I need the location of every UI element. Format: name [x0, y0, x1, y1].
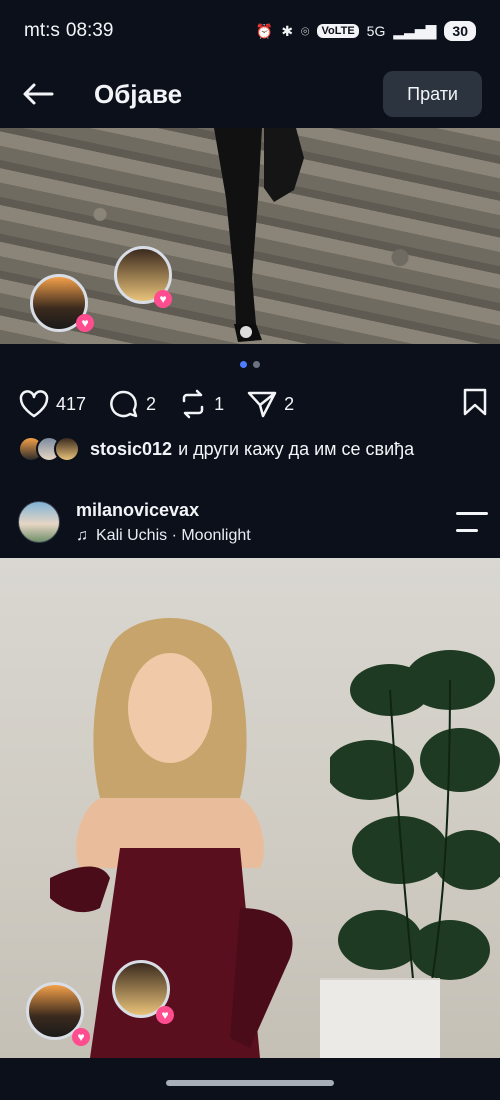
music-note-icon: ♫ — [76, 526, 88, 544]
carousel-dot — [253, 361, 260, 368]
avatar[interactable] — [18, 501, 60, 543]
page-title: Објаве — [94, 78, 183, 109]
menu-line — [456, 529, 479, 532]
avatar — [54, 436, 80, 462]
bookmark-icon — [463, 388, 487, 415]
bookmark-button[interactable] — [462, 387, 488, 422]
leg-illustration — [214, 128, 304, 342]
liked-by-avatars — [18, 436, 80, 462]
back-button[interactable] — [18, 74, 58, 114]
repost-icon — [182, 389, 204, 419]
like-button[interactable]: 417 — [18, 389, 86, 419]
network-label: 5G — [366, 23, 386, 39]
status-bar: mt:s 08:39 ⏰ ✱ ⌾ VoLTE 5G ▂▃▅▇ 30 — [0, 0, 500, 62]
menu-line — [456, 512, 488, 515]
post-actions: 417 2 1 2 — [18, 382, 488, 426]
signal-icon: ▂▃▅▇ — [393, 22, 437, 39]
heart-badge-icon: ♥ — [72, 1028, 90, 1046]
heart-badge-icon: ♥ — [154, 290, 172, 308]
post-username[interactable]: milanovicevax — [76, 500, 251, 521]
person-illustration — [50, 618, 293, 1058]
post-photo-main[interactable]: ♥ ♥ — [0, 558, 500, 1058]
carousel-indicator — [240, 361, 260, 368]
liked-by-text: и други кажу да им се свиђа — [178, 438, 415, 459]
volte-badge: VoLTE — [317, 24, 359, 38]
heart-icon — [19, 390, 49, 418]
post-meta: milanovicevax ♫ Kali Uchis · Moonlight — [76, 500, 251, 545]
heart-badge-icon: ♥ — [156, 1006, 174, 1024]
music-info[interactable]: ♫ Kali Uchis · Moonlight — [76, 527, 251, 545]
back-arrow-icon — [23, 83, 54, 105]
comment-icon — [110, 390, 138, 418]
clock: 08:39 — [65, 20, 114, 41]
comment-button[interactable]: 2 — [108, 389, 156, 419]
liked-by-summary[interactable]: stosic012 и други кажу да им се свиђа — [18, 436, 414, 462]
location-icon: ⌾ — [301, 22, 310, 39]
bluetooth-icon: ✱ — [281, 22, 294, 39]
post-header: milanovicevax ♫ Kali Uchis · Moonlight — [18, 494, 488, 550]
liked-by-username[interactable]: stosic012 — [90, 439, 172, 460]
share-icon — [247, 391, 277, 418]
post-photo-top[interactable]: ♥ ♥ — [0, 128, 500, 344]
carrier-label: mt:s — [24, 20, 60, 41]
like-count: 417 — [56, 393, 87, 414]
carousel-dot-active — [240, 361, 247, 368]
menu-icon[interactable] — [456, 512, 488, 532]
battery-indicator: 30 — [444, 21, 476, 41]
plant-pot — [320, 978, 440, 1058]
share-count: 2 — [284, 393, 295, 414]
comment-count: 2 — [146, 393, 157, 414]
home-indicator[interactable] — [166, 1080, 334, 1086]
app-header: Објаве Прати — [0, 62, 500, 126]
music-label: Kali Uchis · Moonlight — [96, 526, 251, 544]
alarm-icon: ⏰ — [255, 22, 274, 39]
repost-button[interactable]: 1 — [178, 389, 224, 419]
follow-button[interactable]: Прати — [383, 71, 482, 117]
repost-count: 1 — [214, 393, 225, 414]
share-button[interactable]: 2 — [246, 389, 294, 419]
heart-badge-icon: ♥ — [76, 314, 94, 332]
